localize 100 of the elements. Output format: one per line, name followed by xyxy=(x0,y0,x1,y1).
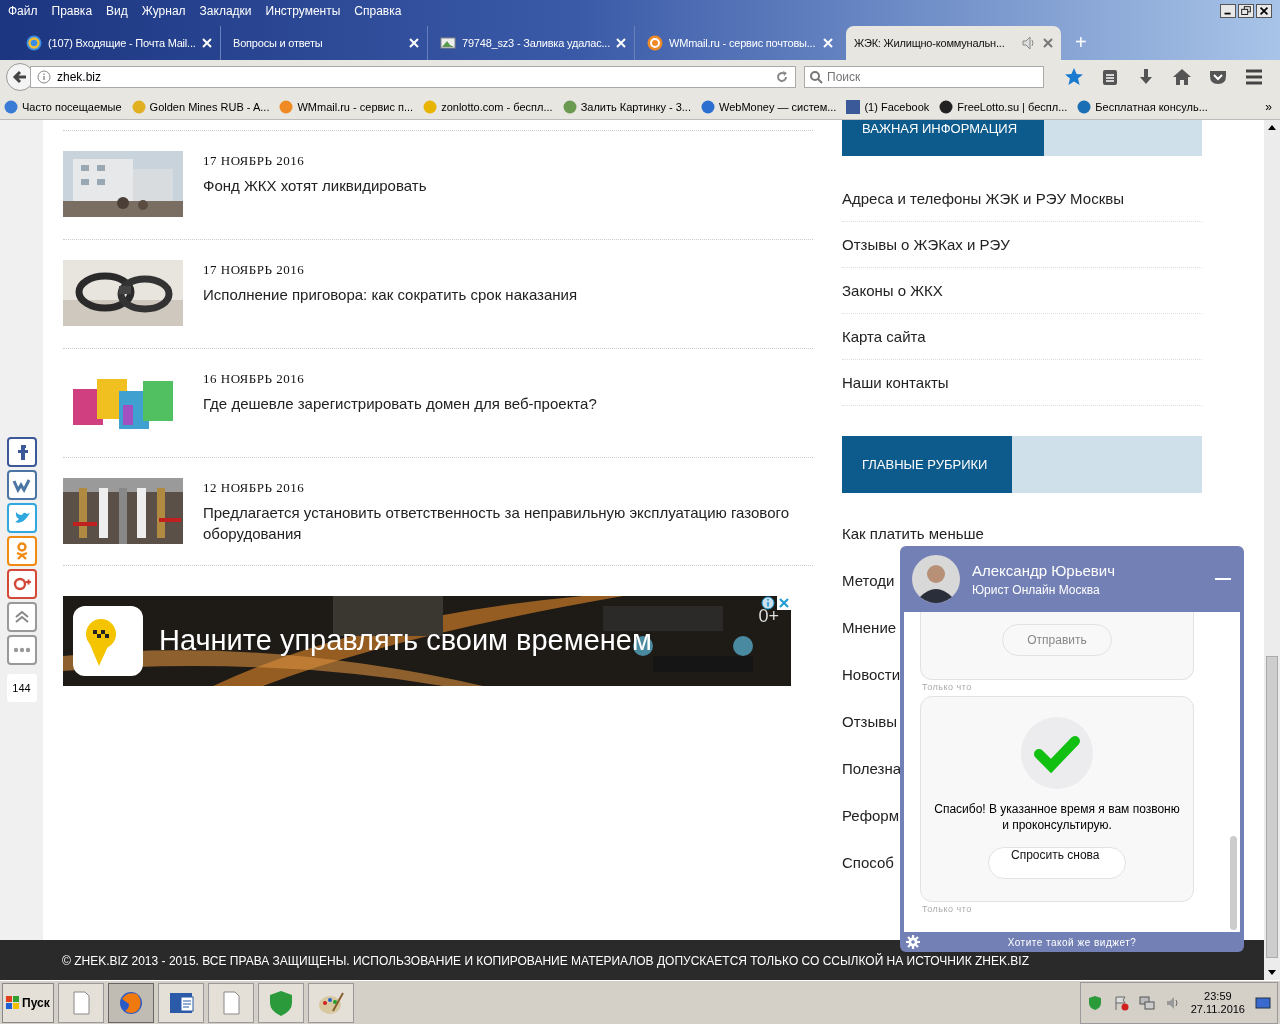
agent-name: Александр Юрьевич xyxy=(972,561,1117,579)
message-time: Только что xyxy=(921,903,973,914)
sidebar-link[interactable]: Отзывы о ЖЭКах и РЭУ xyxy=(842,222,1202,268)
facebook-share-button[interactable] xyxy=(6,437,37,467)
site-icon xyxy=(846,99,861,114)
widget-promo-link[interactable]: Хотите такой же виджет? xyxy=(900,936,1244,948)
menu-item[interactable]: Файл xyxy=(8,4,38,18)
taskbar-app-button[interactable] xyxy=(258,982,304,1023)
site-icon xyxy=(4,99,18,114)
menu-item[interactable]: Вид xyxy=(106,4,128,18)
home-icon[interactable] xyxy=(1172,67,1192,87)
bookmark[interactable]: Часто посещаемые xyxy=(4,99,122,114)
site-icon xyxy=(562,99,577,114)
article-title[interactable]: Где дешевле зарегистрировать домен для веб-проекта? xyxy=(203,393,597,414)
shield-icon xyxy=(267,988,295,1017)
sidebar-link[interactable]: Отзывы xyxy=(842,713,897,730)
section-title: ГЛАВНЫЕ РУБРИКИ xyxy=(842,436,1012,493)
speaker-icon[interactable] xyxy=(1021,35,1037,51)
ad-headline[interactable]: Начните управлять своим временем xyxy=(159,624,652,657)
scrollbar[interactable] xyxy=(1230,836,1237,930)
message-time: Только что xyxy=(921,681,973,692)
sidebar-link[interactable]: Методи xyxy=(842,572,895,589)
image-icon xyxy=(440,35,456,51)
more-button[interactable] xyxy=(6,635,37,665)
article-title[interactable]: Исполнение приговора: как сократить срок наказания xyxy=(203,284,578,305)
shield-icon[interactable] xyxy=(1086,994,1103,1011)
search-icon xyxy=(809,70,823,84)
taskbar-app-button[interactable] xyxy=(308,982,354,1023)
menu-item[interactable]: Закладки xyxy=(199,4,252,18)
bookmark[interactable]: zonlotto.com - беспл... xyxy=(423,99,553,114)
address-bar[interactable]: zhek.biz xyxy=(30,66,796,88)
menu-item[interactable]: Правка xyxy=(51,4,93,18)
gear-icon[interactable] xyxy=(906,935,920,949)
menu-icon[interactable] xyxy=(1244,67,1264,87)
sidebar-link[interactable]: Адреса и телефоны ЖЭК и РЭУ Москвы xyxy=(842,176,1202,222)
article-date: 12 НОЯБРЬ 2016 xyxy=(203,480,306,496)
windows-flag-icon xyxy=(6,995,20,1010)
taskbar-app-button[interactable] xyxy=(108,982,154,1023)
bookmark[interactable]: WMmail.ru - сервис п... xyxy=(279,99,414,114)
sidebar-link[interactable]: Реформ xyxy=(842,807,900,824)
star-icon[interactable] xyxy=(1064,67,1084,87)
bookmark[interactable]: WebMoney — систем... xyxy=(700,99,837,114)
site-icon xyxy=(423,99,438,114)
bookmark[interactable]: FreeLotto.su | беспл... xyxy=(939,99,1068,114)
scrollbar[interactable] xyxy=(1264,120,1280,980)
avatar-icon xyxy=(912,555,960,603)
taxi-logo-icon xyxy=(73,606,143,676)
send-button[interactable]: Отправить xyxy=(1002,624,1112,656)
check-icon xyxy=(1021,717,1093,789)
menu-item[interactable]: Инструменты xyxy=(265,4,341,18)
clock[interactable]: 23:59 27.11.2016 xyxy=(1190,989,1245,1016)
sidebar-link[interactable]: Наши контакты xyxy=(842,360,1202,406)
search-field[interactable]: Поиск xyxy=(804,66,1044,88)
bookmark[interactable]: Залить Картинку - 3... xyxy=(562,99,691,114)
start-button[interactable]: Пуск xyxy=(2,982,54,1023)
google-plus-share-button[interactable] xyxy=(6,569,37,599)
scroll-up-button[interactable] xyxy=(6,602,37,632)
article-date: 17 НОЯБРЬ 2016 xyxy=(203,153,306,169)
minimize-button[interactable] xyxy=(1220,4,1236,18)
close-button[interactable] xyxy=(1256,4,1272,18)
article-date: 17 НОЯБРЬ 2016 xyxy=(203,262,306,278)
article-title[interactable]: Предлагается установить ответственность за неправильную эксплуатацию газового оборудования xyxy=(203,502,813,544)
info-icon[interactable] xyxy=(761,596,775,610)
sidebar-link[interactable]: Законы о ЖКХ xyxy=(842,268,1202,314)
bookmark[interactable]: (1) Facebook xyxy=(846,99,930,114)
desktop-icon[interactable] xyxy=(1255,994,1271,1011)
menu-item[interactable]: Справка xyxy=(354,4,402,18)
site-icon xyxy=(1077,99,1092,114)
at-sign-icon xyxy=(647,35,663,51)
browser-tab[interactable]: ЖЭК: Жилищно-коммунальн... xyxy=(846,26,1061,60)
vk-share-button[interactable] xyxy=(6,470,37,500)
site-icon xyxy=(131,99,146,114)
sidebar-link[interactable]: Новости xyxy=(842,666,901,683)
taskbar-app-button[interactable] xyxy=(58,982,104,1023)
site-icon xyxy=(700,99,715,114)
sidebar-link[interactable]: Карта сайта xyxy=(842,314,1202,360)
flag-icon[interactable] xyxy=(1112,994,1129,1011)
clipboard-icon[interactable] xyxy=(1100,67,1120,87)
reload-icon[interactable] xyxy=(775,70,789,84)
back-arrow-icon xyxy=(12,69,28,85)
taskbar-app-button[interactable] xyxy=(158,982,204,1023)
sidebar-link[interactable]: Мнение xyxy=(842,619,897,636)
sidebar-link[interactable]: Полезна xyxy=(842,760,902,777)
sidebar-link[interactable]: Как платить меньше xyxy=(842,525,984,542)
more-bookmarks-button[interactable]: » xyxy=(1261,99,1276,114)
site-icon xyxy=(279,99,294,114)
article-title[interactable]: Фонд ЖКХ хотят ликвидировать xyxy=(203,175,427,196)
taskbar-app-button[interactable] xyxy=(208,982,254,1023)
agent-role: Юрист Онлайн Москва xyxy=(972,582,1101,597)
menu-item[interactable]: Журнал xyxy=(141,4,186,18)
share-count: 144 xyxy=(6,674,37,702)
twitter-share-button[interactable] xyxy=(6,503,37,533)
odnoklassniki-share-button[interactable] xyxy=(6,536,37,566)
sidebar-link[interactable]: Способ xyxy=(842,854,894,871)
ask-again-button[interactable]: Спросить снова xyxy=(988,847,1126,879)
network-icon[interactable] xyxy=(1138,994,1155,1011)
bookmark[interactable]: Бесплатная консуль... xyxy=(1077,99,1208,114)
article-date: 16 НОЯБРЬ 2016 xyxy=(203,371,306,387)
bookmark[interactable]: Golden Mines RUB - A... xyxy=(131,99,270,114)
restore-button[interactable] xyxy=(1238,4,1254,18)
